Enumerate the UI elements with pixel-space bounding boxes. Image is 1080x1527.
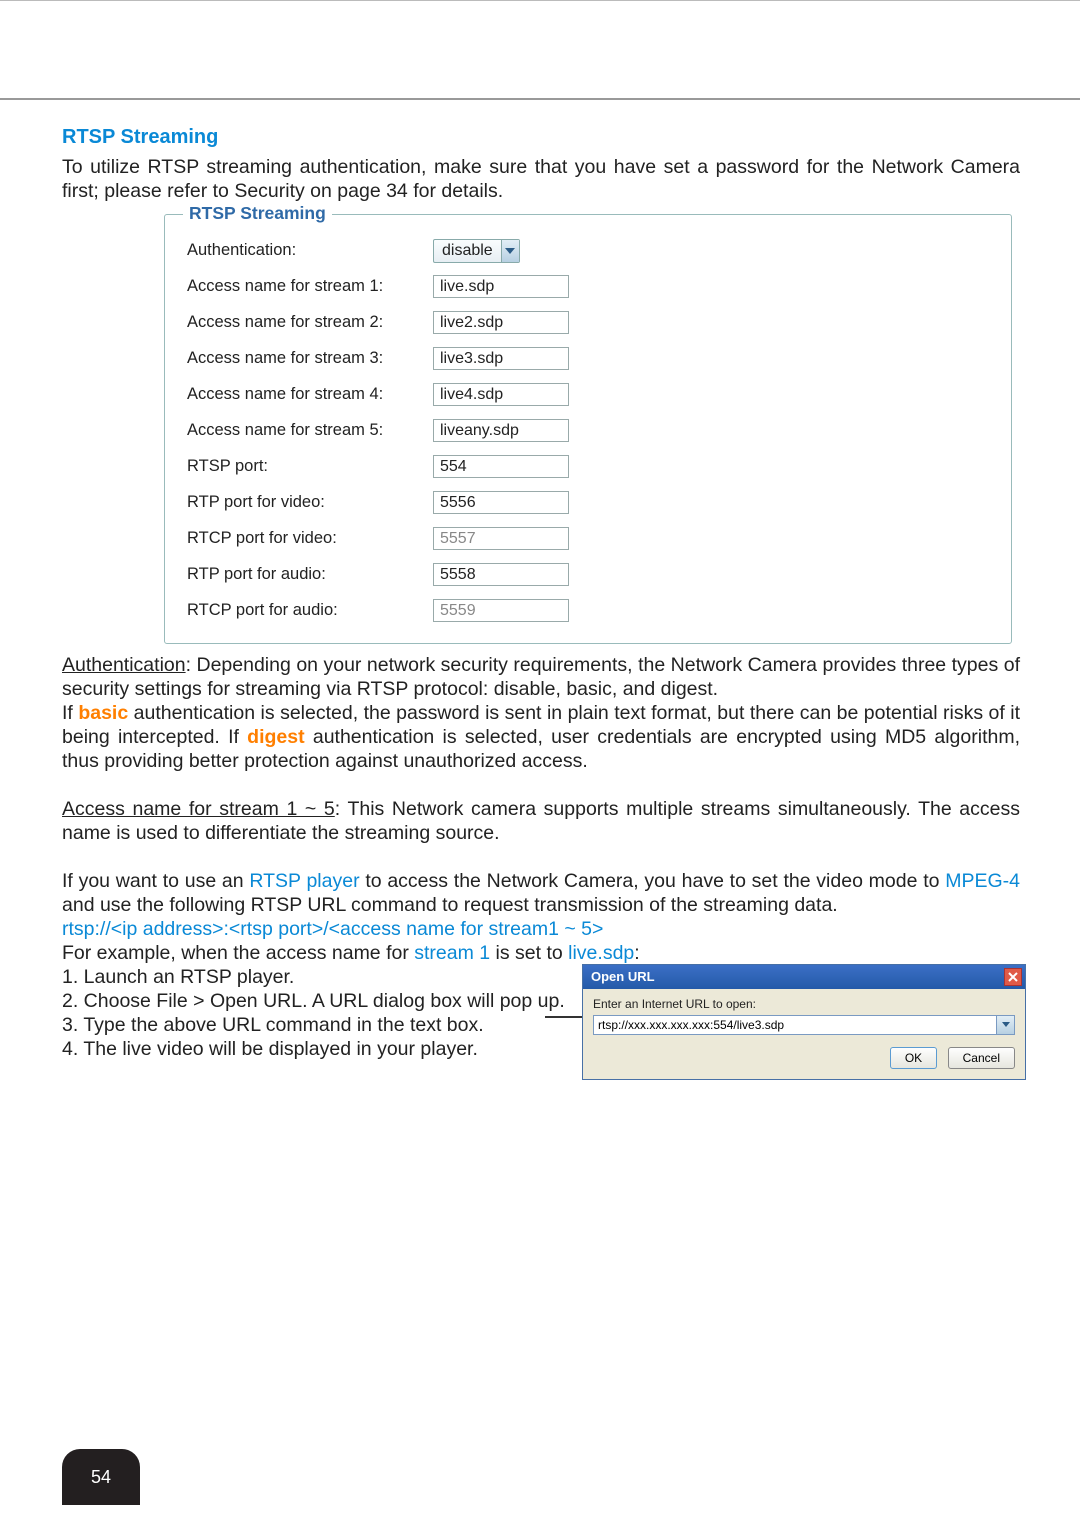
label-rtsp-port: RTSP port: [187,457,433,476]
input-stream5[interactable] [433,419,569,442]
input-rtsp-port[interactable] [433,455,569,478]
label-authentication: Authentication: [187,241,433,260]
dialog-title-text: Open URL [591,969,655,984]
authentication-select-value: disable [434,242,501,260]
label-stream1: Access name for stream 1: [187,277,433,296]
body-example: For example, when the access name for st… [62,942,1020,966]
input-rtp-video[interactable] [433,491,569,514]
input-rtcp-audio [433,599,569,622]
input-stream4[interactable] [433,383,569,406]
panel-legend: RTSP Streaming [183,203,332,224]
label-rtp-video: RTP port for video: [187,493,433,512]
body-text-3: If you want to use an RTSP player to acc… [62,870,1020,918]
label-stream5: Access name for stream 5: [187,421,433,440]
body-text: Authentication: Depending on your networ… [62,654,1020,774]
body-text-2: Access name for stream 1 ~ 5: This Netwo… [62,798,1020,846]
dialog-titlebar: Open URL [583,965,1025,989]
section-heading: RTSP Streaming [62,126,1020,149]
row-authentication: Authentication: disable [187,233,1011,269]
intro-paragraph: To utilize RTSP streaming authentication… [62,155,1020,204]
authentication-select[interactable]: disable [433,239,520,263]
chevron-down-icon [501,240,519,262]
open-url-dialog: Open URL Enter an Internet URL to open: [582,964,1026,1080]
cancel-button[interactable]: Cancel [948,1047,1015,1069]
label-rtp-audio: RTP port for audio: [187,565,433,584]
input-rtcp-video [433,527,569,550]
page-number-tab: 54 [62,1449,140,1505]
input-rtp-audio[interactable] [433,563,569,586]
term-access-name: Access name for stream 1 ~ 5 [62,798,335,820]
close-icon[interactable] [1004,968,1022,986]
dialog-hint: Enter an Internet URL to open: [593,997,1015,1011]
rtsp-streaming-panel: RTSP Streaming Authentication: disable A… [164,214,1012,644]
input-stream3[interactable] [433,347,569,370]
term-authentication: Authentication [62,654,186,676]
label-stream4: Access name for stream 4: [187,385,433,404]
label-rtcp-video: RTCP port for video: [187,529,433,548]
top-margin [0,0,1080,100]
label-stream3: Access name for stream 3: [187,349,433,368]
chevron-down-icon[interactable] [997,1015,1015,1035]
label-stream2: Access name for stream 2: [187,313,433,332]
label-rtcp-audio: RTCP port for audio: [187,601,433,620]
dialog-url-input[interactable] [593,1015,997,1035]
page-number: 54 [91,1467,111,1488]
ok-button[interactable]: OK [890,1047,937,1069]
input-stream2[interactable] [433,311,569,334]
rtsp-url-template: rtsp://<ip address>:<rtsp port>/<access … [62,918,1020,942]
input-stream1[interactable] [433,275,569,298]
